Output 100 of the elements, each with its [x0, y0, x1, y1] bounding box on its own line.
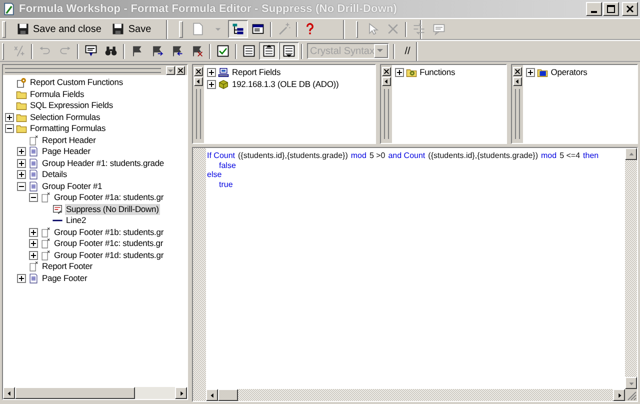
collapse-icon[interactable] — [5, 124, 14, 134]
collapse-pane-button[interactable] — [194, 77, 203, 86]
flag-arrow-icon — [150, 44, 164, 58]
minimize-icon — [591, 11, 597, 13]
folder-icon — [16, 123, 27, 134]
down-arrow-icon — [628, 380, 634, 386]
scroll-up-button[interactable] — [625, 148, 637, 160]
gear-page-icon — [16, 77, 27, 88]
blank-page-icon — [40, 226, 51, 238]
tree-item[interactable]: Group Footer #1a: students.gr — [53, 192, 165, 204]
expand-icon[interactable] — [29, 228, 38, 237]
tree-item[interactable]: Page Footer — [41, 272, 88, 284]
tree-item[interactable]: Formula Fields — [29, 88, 86, 100]
arrows-icon — [412, 22, 426, 36]
collapse-pane-button[interactable] — [512, 77, 522, 86]
toolbar-button[interactable] — [228, 20, 248, 38]
flag-arrow-icon — [170, 44, 184, 58]
pane-grip[interactable] — [196, 89, 201, 139]
tree-item[interactable]: Report Custom Functions — [29, 77, 124, 88]
left-arrow-icon — [382, 78, 390, 85]
window-icon — [251, 22, 265, 36]
tree-item[interactable]: Suppress (No Drill-Down) — [65, 204, 160, 215]
scrollbar-thumb[interactable] — [218, 389, 238, 401]
expand-icon[interactable] — [17, 147, 26, 156]
expand-icon[interactable] — [17, 158, 26, 168]
toolbar-button[interactable] — [259, 42, 279, 60]
blank-page-icon — [28, 261, 39, 272]
tree-item[interactable]: Page Header — [41, 146, 92, 158]
page-icon — [28, 180, 39, 192]
blank-page-icon — [40, 250, 51, 261]
close-icon — [514, 68, 521, 75]
expand-icon[interactable] — [394, 68, 404, 78]
tree-item[interactable]: Group Footer #1c: students.gr — [53, 238, 164, 250]
tree-item[interactable]: Line2 — [65, 215, 88, 226]
dropdown-button[interactable] — [166, 66, 175, 74]
scroll-down-button[interactable] — [625, 377, 637, 389]
right-arrow-icon — [616, 392, 622, 398]
toolbar-button[interactable] — [279, 42, 299, 60]
expand-icon[interactable] — [29, 239, 38, 248]
close-button[interactable] — [176, 66, 185, 74]
gear-folder-icon — [406, 67, 417, 78]
tree-item[interactable]: 192.168.1.3 (OLE DB (ADO)) — [231, 78, 340, 90]
tree-item[interactable]: Group Footer #1b: students.gr — [53, 226, 165, 238]
pointer-icon — [366, 22, 380, 36]
tree-item[interactable]: Group Footer #1 — [41, 180, 104, 192]
tree-view-icon — [231, 22, 245, 36]
tree-item[interactable]: Functions — [418, 67, 456, 78]
flag-icon — [130, 44, 144, 58]
blank-page-icon — [40, 192, 51, 204]
expand-icon[interactable] — [526, 68, 535, 78]
expand-icon[interactable] — [5, 112, 14, 122]
save-button[interactable]: Save and close — [11, 20, 106, 38]
collapse-icon[interactable] — [17, 182, 26, 191]
page-icon — [28, 158, 39, 169]
tree-item[interactable]: Operators — [550, 67, 588, 78]
toolbar-grip[interactable] — [2, 20, 6, 38]
toolbar-grip[interactable] — [179, 20, 183, 38]
save-button[interactable]: Save — [106, 20, 156, 38]
tree-item[interactable]: Report Footer — [41, 261, 94, 272]
close-icon — [382, 68, 390, 75]
tree-item[interactable]: Formatting Formulas — [29, 123, 107, 134]
maximize-button[interactable] — [603, 2, 619, 16]
tree-item[interactable]: SQL Expression Fields — [29, 100, 114, 112]
pane-grip[interactable] — [384, 89, 389, 139]
tree-item[interactable]: Details — [41, 169, 68, 180]
scrollbar-thumb[interactable] — [15, 387, 135, 399]
code-line: else — [207, 170, 223, 180]
blank-page-icon — [40, 238, 51, 250]
close-button[interactable] — [194, 67, 203, 76]
collapse-pane-button[interactable] — [382, 77, 391, 86]
expand-icon[interactable] — [207, 68, 216, 78]
comment-button[interactable]: // — [397, 42, 418, 60]
app-icon — [2, 2, 16, 16]
tree-item[interactable]: Group Header #1: students.grade — [41, 158, 165, 169]
scroll-right-button[interactable] — [175, 387, 187, 399]
tree-item[interactable]: Selection Formulas — [29, 112, 102, 123]
tree-item[interactable]: Report Header — [41, 134, 97, 146]
left-arrow-icon — [6, 390, 12, 396]
scroll-right-button[interactable] — [613, 389, 625, 401]
minimize-button[interactable] — [586, 2, 602, 16]
formula-editor[interactable]: If Count ({students.id},{students.grade}) mod 5 >0 and Count ({students.id},{students.grade}) mod 5 <=4 then false else true — [206, 148, 625, 389]
scroll-left-button[interactable] — [206, 389, 218, 401]
check-icon — [216, 44, 230, 58]
left-arrow-icon — [208, 392, 216, 398]
resize-grip[interactable] — [625, 389, 637, 401]
expand-icon[interactable] — [17, 274, 26, 283]
collapse-icon[interactable] — [29, 193, 38, 202]
close-icon — [626, 5, 634, 13]
close-icon — [195, 68, 202, 75]
left-arrow-icon — [514, 78, 521, 85]
expand-icon[interactable] — [17, 170, 26, 180]
expand-icon[interactable] — [207, 80, 216, 89]
tree-item[interactable]: Group Footer #1d: students.gr — [53, 250, 165, 261]
expand-icon[interactable] — [29, 250, 38, 260]
folder-icon — [16, 100, 27, 112]
formula-icon — [52, 204, 63, 215]
tree-item[interactable]: Report Fields — [231, 67, 282, 78]
folder-icon — [16, 88, 27, 100]
pane-grip[interactable] — [514, 89, 520, 139]
scroll-left-button[interactable] — [3, 387, 15, 399]
